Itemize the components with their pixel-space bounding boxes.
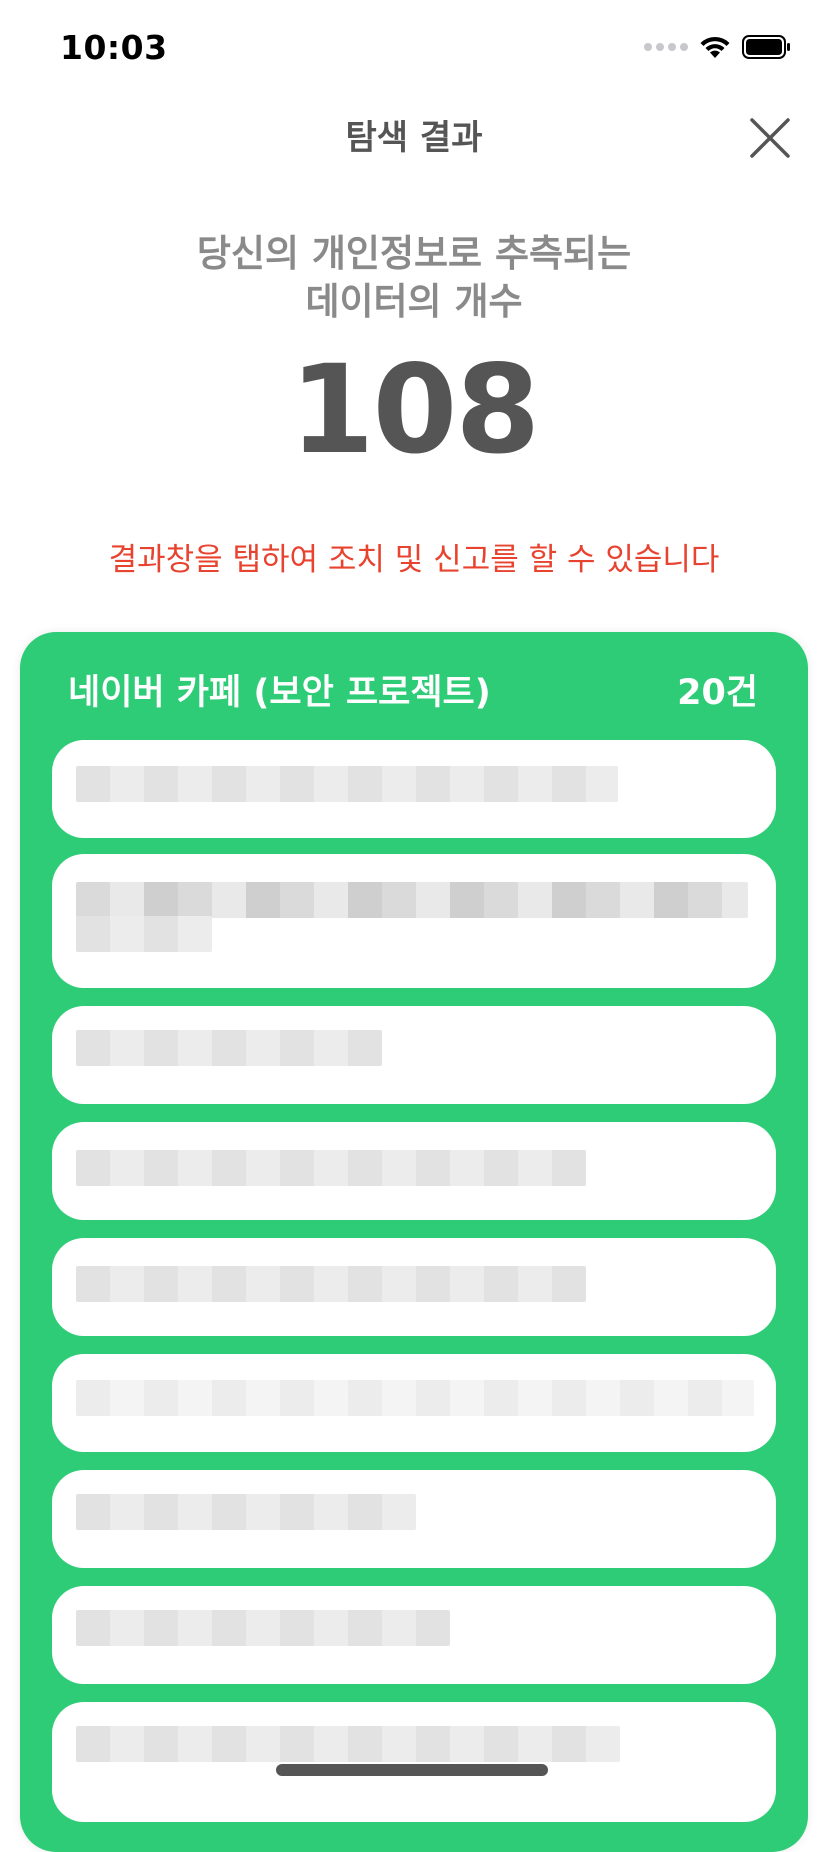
blurred-text xyxy=(76,882,748,918)
result-group-title: 네이버 카페 (보안 프로젝트) xyxy=(68,673,491,713)
status-bar: 10:03 xyxy=(0,0,828,100)
blurred-text xyxy=(76,1266,586,1302)
status-icons xyxy=(644,34,792,60)
cellular-signal-icon xyxy=(644,43,688,51)
blurred-text xyxy=(76,1610,450,1646)
blurred-text xyxy=(76,766,618,802)
blurred-text xyxy=(76,1494,416,1530)
result-item[interactable] xyxy=(52,740,776,838)
result-item[interactable] xyxy=(52,1470,776,1568)
summary-line-2: 데이터의 개수 xyxy=(305,280,523,323)
blurred-text xyxy=(76,1380,754,1416)
blurred-text xyxy=(76,1030,382,1066)
result-item[interactable] xyxy=(52,1702,776,1822)
summary-description: 당신의 개인정보로 추측되는 데이터의 개수 xyxy=(0,230,828,326)
result-item[interactable] xyxy=(52,854,776,988)
result-group-card: 네이버 카페 (보안 프로젝트) 20건 xyxy=(20,632,808,1852)
summary-line-1: 당신의 개인정보로 추측되는 xyxy=(196,232,632,275)
blurred-text xyxy=(76,916,212,952)
result-item[interactable] xyxy=(52,1354,776,1452)
page-title: 탐색 결과 xyxy=(345,118,483,158)
blurred-text xyxy=(76,1150,586,1186)
battery-icon xyxy=(742,35,790,59)
close-icon xyxy=(750,118,790,158)
wifi-icon xyxy=(700,36,730,58)
personal-data-count: 108 xyxy=(289,339,541,481)
result-item[interactable] xyxy=(52,1238,776,1336)
home-indicator[interactable] xyxy=(276,1764,548,1776)
tap-hint: 결과창을 탭하여 조치 및 신고를 할 수 있습니다 xyxy=(108,542,720,578)
result-item[interactable] xyxy=(52,1006,776,1104)
result-group-count: 20건 xyxy=(677,673,758,713)
blurred-text xyxy=(76,1726,620,1762)
close-button[interactable] xyxy=(748,116,792,160)
result-item[interactable] xyxy=(52,1122,776,1220)
result-item[interactable] xyxy=(52,1586,776,1684)
status-time: 10:03 xyxy=(60,28,168,67)
